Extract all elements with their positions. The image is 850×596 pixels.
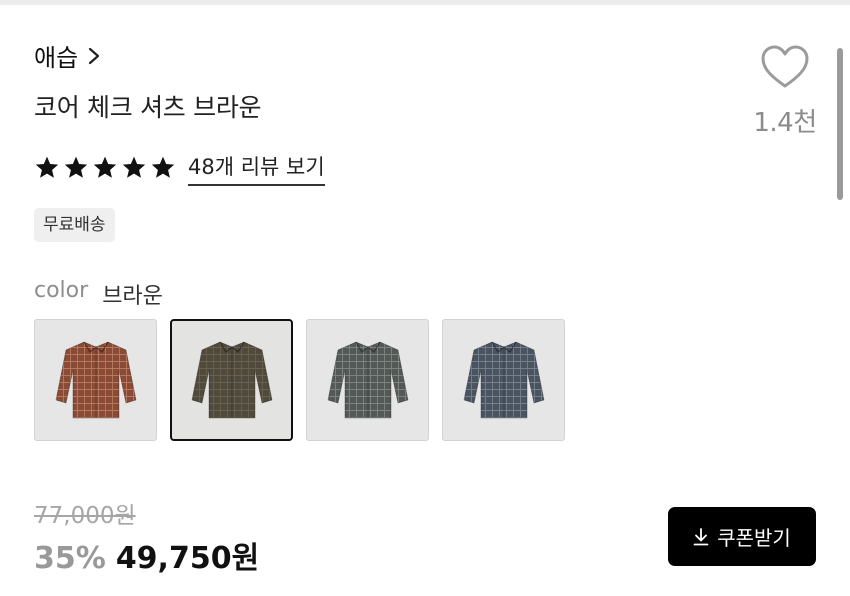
shirt-image <box>327 341 408 419</box>
coupon-button[interactable]: 쿠폰받기 <box>668 507 816 566</box>
review-link[interactable]: 48개 리뷰 보기 <box>188 155 325 187</box>
star-icon <box>35 156 59 178</box>
shirt-image <box>463 341 544 419</box>
sale-price: 49,750원 <box>115 541 260 576</box>
color-swatch-navy-check[interactable] <box>442 319 565 441</box>
top-divider <box>0 0 850 5</box>
color-swatch-list <box>34 319 565 441</box>
star-rating <box>34 155 176 181</box>
brand-name: 애습 <box>34 44 79 72</box>
color-swatch-red-brown-check[interactable] <box>34 319 157 441</box>
product-detail-page: 애습 코어 체크 셔츠 브라운 1.4천 48개 리뷰 보기 무료배송 colo… <box>0 0 850 596</box>
product-title: 코어 체크 셔츠 브라운 <box>34 93 262 122</box>
download-icon <box>693 527 709 545</box>
rating-row: 48개 리뷰 보기 <box>34 150 325 187</box>
star-icon <box>93 156 117 178</box>
price-row: 35% 49,750원 <box>34 533 259 577</box>
color-swatch-brown[interactable] <box>170 319 293 441</box>
heart-outline-icon[interactable] <box>760 44 810 90</box>
color-option-label: color 브라운 <box>34 278 163 310</box>
like-group: 1.4천 <box>745 44 825 139</box>
shirt-image <box>55 341 136 419</box>
star-icon <box>151 156 175 178</box>
color-selected-value: 브라운 <box>102 284 163 309</box>
shirt-image <box>191 341 272 419</box>
like-count: 1.4천 <box>753 108 817 138</box>
chevron-right-icon <box>89 47 100 64</box>
free-shipping-badge: 무료배송 <box>34 208 115 242</box>
star-icon <box>64 156 88 178</box>
coupon-label: 쿠폰받기 <box>717 526 791 550</box>
original-price: 77,000원 <box>34 503 136 529</box>
discount-rate: 35% <box>34 541 106 576</box>
brand-link[interactable]: 애습 <box>34 38 100 73</box>
star-icon <box>122 156 146 178</box>
color-key: color <box>34 278 89 303</box>
scrollbar-thumb[interactable] <box>837 48 843 200</box>
color-swatch-grey-check[interactable] <box>306 319 429 441</box>
